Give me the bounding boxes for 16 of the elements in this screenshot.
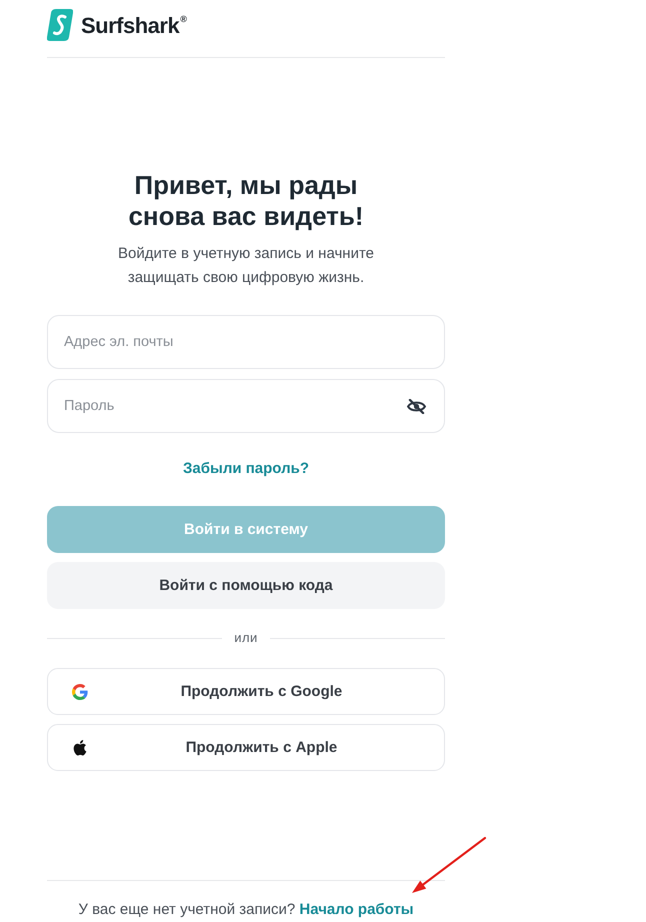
- forgot-password-link[interactable]: Забыли пароль?: [183, 459, 309, 479]
- eye-slash-icon[interactable]: [407, 399, 426, 414]
- subtitle-text: Войдите в учетную запись и начните защищать свою цифровую жизнь.: [116, 244, 375, 288]
- divider-label: или: [234, 629, 258, 647]
- email-field[interactable]: Адрес эл. почты: [47, 315, 445, 369]
- logo-icon: [47, 9, 73, 41]
- google-icon: [72, 684, 88, 700]
- welcome-heading: Привет, мы рады снова вас видеть!: [127, 170, 365, 232]
- google-button[interactable]: Продолжить с Google: [47, 668, 445, 715]
- logo-wordmark: Surfshark$^{®}$: [81, 13, 186, 40]
- password-field[interactable]: Пароль: [47, 379, 445, 433]
- apple-icon: [72, 740, 88, 756]
- signup-prompt: У вас еще нет учетной записи? Начало работы: [78, 900, 414, 920]
- code-sign-in-button[interactable]: Войти с помощью кода: [47, 562, 445, 609]
- apple-button[interactable]: Продолжить с Apple: [47, 724, 445, 771]
- get-started-link[interactable]: Начало работы: [299, 901, 414, 918]
